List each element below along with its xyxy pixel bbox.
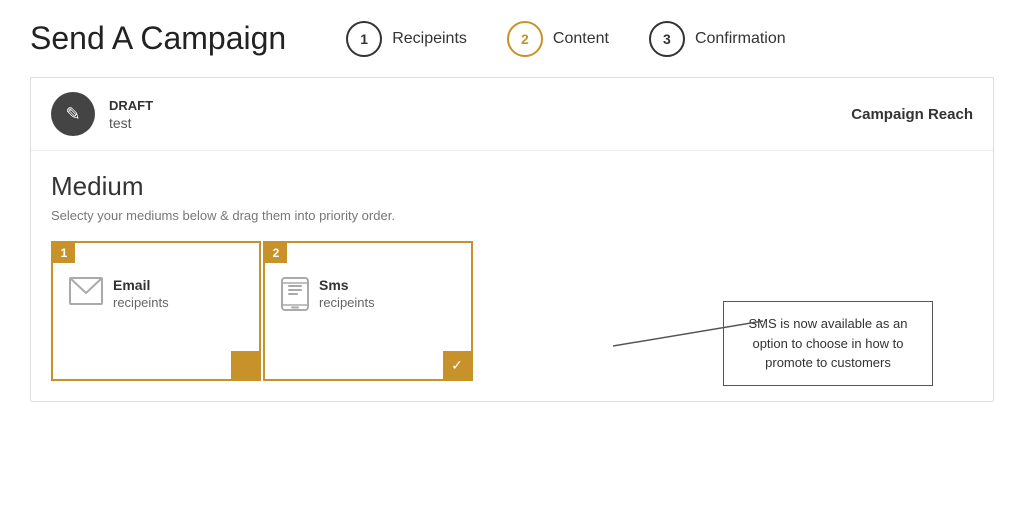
step-1-circle: 1 bbox=[346, 21, 382, 57]
page-title: Send A Campaign bbox=[30, 20, 286, 57]
draft-info: ✎ DRAFT test bbox=[51, 92, 153, 136]
sms-card-check: ✓ bbox=[443, 351, 471, 379]
email-card-info: Email recipeints bbox=[113, 277, 169, 310]
step-3-label: Confirmation bbox=[695, 30, 786, 48]
steps-nav: 1 Recipeints 2 Content 3 Confirmation bbox=[346, 21, 785, 57]
medium-title: Medium bbox=[51, 171, 973, 202]
sms-card-info: Sms recipeints bbox=[319, 277, 375, 310]
email-card-corner bbox=[231, 351, 259, 379]
step-2-circle: 2 bbox=[507, 21, 543, 57]
step-1[interactable]: 1 Recipeints bbox=[346, 21, 467, 57]
card-body: Medium Selecty your mediums below & drag… bbox=[31, 151, 993, 401]
medium-subtitle: Selecty your mediums below & drag them i… bbox=[51, 208, 973, 223]
step-3-circle: 3 bbox=[649, 21, 685, 57]
email-medium-card[interactable]: 1 Email recipeints bbox=[51, 241, 261, 381]
sms-medium-card[interactable]: 2 bbox=[263, 241, 473, 381]
card-number-1: 1 bbox=[53, 243, 75, 263]
step-1-label: Recipeints bbox=[392, 30, 467, 48]
draft-label: DRAFT bbox=[109, 98, 153, 113]
sms-card-sub: recipeints bbox=[319, 295, 375, 310]
page-header: Send A Campaign 1 Recipeints 2 Content 3… bbox=[30, 20, 994, 57]
content-card: ✎ DRAFT test Campaign Reach Medium Selec… bbox=[30, 77, 994, 402]
card-number-2: 2 bbox=[265, 243, 287, 263]
sms-card-name: Sms bbox=[319, 277, 375, 293]
draft-text: DRAFT test bbox=[109, 98, 153, 131]
sms-icon bbox=[281, 277, 309, 316]
card-header: ✎ DRAFT test Campaign Reach bbox=[31, 78, 993, 151]
edit-icon: ✎ bbox=[51, 92, 95, 136]
email-card-name: Email bbox=[113, 277, 169, 293]
sms-card-content: Sms recipeints bbox=[281, 277, 375, 316]
draft-name: test bbox=[109, 115, 153, 131]
step-2-label: Content bbox=[553, 30, 609, 48]
step-3[interactable]: 3 Confirmation bbox=[649, 21, 786, 57]
campaign-reach-label: Campaign Reach bbox=[851, 106, 973, 123]
email-card-content: Email recipeints bbox=[69, 277, 169, 310]
email-card-sub: recipeints bbox=[113, 295, 169, 310]
callout-line bbox=[603, 291, 763, 351]
step-2[interactable]: 2 Content bbox=[507, 21, 609, 57]
email-icon bbox=[69, 277, 103, 310]
page-wrapper: Send A Campaign 1 Recipeints 2 Content 3… bbox=[0, 0, 1024, 422]
